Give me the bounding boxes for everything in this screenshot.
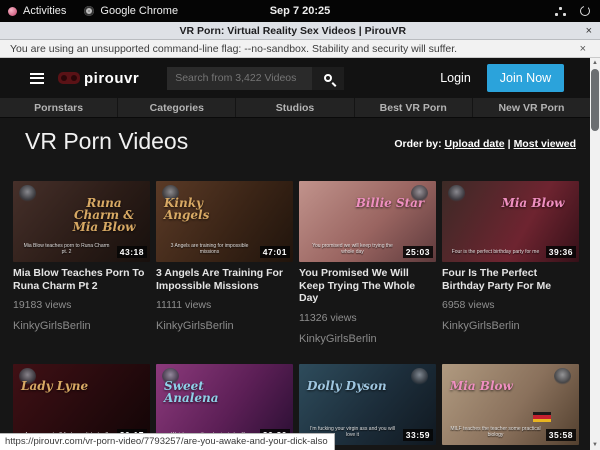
order-upload-date-link[interactable]: Upload date bbox=[445, 138, 505, 150]
view-count: 11111 views bbox=[156, 299, 293, 311]
view-count: 19183 views bbox=[13, 299, 150, 311]
video-card[interactable]: Kinky Angels 3 Angels are training for i… bbox=[156, 181, 293, 345]
power-icon bbox=[580, 6, 590, 16]
scrollbar-thumb[interactable] bbox=[591, 69, 599, 131]
video-thumbnail[interactable]: Mia Blow Four is the perfect birthday pa… bbox=[442, 181, 579, 262]
desktop-top-bar: Activities Google Chrome Sep 7 20:25 bbox=[0, 0, 600, 22]
channel-logo-icon bbox=[554, 368, 571, 385]
duration-badge: 33:59 bbox=[403, 429, 433, 441]
channel-logo-icon bbox=[448, 185, 465, 202]
channel-link[interactable]: KinkyGirlsBerlin bbox=[299, 333, 436, 345]
thumbnail-caption: MILF teaches the teacher some practical … bbox=[450, 426, 541, 438]
video-title[interactable]: You Promised We Will Keep Trying The Who… bbox=[299, 267, 436, 305]
video-card[interactable]: Billie Star You promised we will keep tr… bbox=[299, 181, 436, 345]
thumbnail-overlay-name: Dolly Dyson bbox=[307, 380, 387, 392]
duration-badge: 47:01 bbox=[260, 246, 290, 258]
video-card[interactable]: Runa Charm & Mia Blow Mia Blow teaches p… bbox=[13, 181, 150, 345]
scrollbar-down-icon[interactable]: ▼ bbox=[590, 440, 600, 450]
site-logo[interactable]: pirouvr bbox=[58, 70, 139, 87]
order-by: Order by: Upload date|Most viewed bbox=[394, 138, 576, 150]
video-card[interactable]: Mia Blow Four is the perfect birthday pa… bbox=[442, 181, 579, 345]
browser-viewport: pirouvr Login Join Now Pornstars Categor… bbox=[0, 58, 600, 450]
video-thumbnail[interactable]: Runa Charm & Mia Blow Mia Blow teaches p… bbox=[13, 181, 150, 262]
video-title[interactable]: Four Is The Perfect Birthday Party For M… bbox=[442, 267, 579, 292]
thumbnail-overlay-name: Runa Charm & Mia Blow bbox=[64, 197, 144, 233]
order-separator: | bbox=[508, 138, 511, 150]
duration-badge: 35:58 bbox=[546, 429, 576, 441]
video-grid: Runa Charm & Mia Blow Mia Blow teaches p… bbox=[13, 181, 583, 450]
search-bar bbox=[167, 67, 344, 90]
tab-title[interactable]: VR Porn: Virtual Reality Sex Videos | Pi… bbox=[0, 25, 586, 37]
nav-item-best-vr-porn[interactable]: Best VR Porn bbox=[354, 98, 472, 117]
duration-badge: 43:18 bbox=[117, 246, 147, 258]
german-flag-icon bbox=[533, 412, 551, 423]
clock[interactable]: Sep 7 20:25 bbox=[0, 5, 600, 17]
channel-logo-icon bbox=[19, 185, 36, 202]
infobar-message: You are using an unsupported command-lin… bbox=[10, 43, 580, 55]
nav-item-pornstars[interactable]: Pornstars bbox=[0, 98, 117, 117]
thumbnail-overlay-name: Lady Lyne bbox=[21, 380, 101, 392]
video-thumbnail[interactable]: Kinky Angels 3 Angels are training for i… bbox=[156, 181, 293, 262]
thumbnail-overlay-name: Sweet Analena bbox=[164, 380, 244, 404]
site-header: pirouvr Login Join Now bbox=[0, 58, 590, 98]
order-most-viewed-link[interactable]: Most viewed bbox=[514, 138, 576, 150]
video-title[interactable]: 3 Angels Are Training For Impossible Mis… bbox=[156, 267, 293, 292]
video-thumbnail[interactable]: Billie Star You promised we will keep tr… bbox=[299, 181, 436, 262]
search-input[interactable] bbox=[167, 67, 312, 90]
nav-item-categories[interactable]: Categories bbox=[117, 98, 235, 117]
nav-item-studios[interactable]: Studios bbox=[235, 98, 353, 117]
channel-link[interactable]: KinkyGirlsBerlin bbox=[156, 320, 293, 332]
nav-item-new-vr-porn[interactable]: New VR Porn bbox=[472, 98, 590, 117]
screen: Activities Google Chrome Sep 7 20:25 VR … bbox=[0, 0, 600, 450]
scrollbar-up-icon[interactable]: ▲ bbox=[590, 58, 600, 68]
video-title[interactable]: Mia Blow Teaches Porn To Runa Charm Pt 2 bbox=[13, 267, 150, 292]
channel-link[interactable]: KinkyGirlsBerlin bbox=[442, 320, 579, 332]
order-by-label: Order by: bbox=[394, 138, 441, 150]
thumbnail-caption: Mia Blow teaches porn to Runa Charm pt. … bbox=[21, 243, 112, 255]
page-heading: VR Porn Videos Order by: Upload date|Mos… bbox=[0, 118, 590, 178]
tab-close-icon[interactable]: × bbox=[586, 25, 592, 37]
thumbnail-caption: 3 Angels are training for impossible mis… bbox=[164, 243, 255, 255]
duration-badge: 25:03 bbox=[403, 246, 433, 258]
thumbnail-overlay-name: Kinky Angels bbox=[164, 197, 244, 221]
infobar-close-icon[interactable]: × bbox=[580, 43, 586, 55]
thumbnail-overlay-name: Mia Blow bbox=[450, 380, 530, 392]
thumbnail-overlay-name: Billie Star bbox=[350, 197, 430, 209]
scrollbar[interactable]: ▲ ▼ bbox=[590, 58, 600, 450]
join-now-button[interactable]: Join Now bbox=[487, 64, 564, 92]
site-logo-text: pirouvr bbox=[84, 70, 139, 87]
view-count: 6958 views bbox=[442, 299, 579, 311]
menu-hamburger-icon[interactable] bbox=[30, 70, 44, 86]
duration-badge: 39:36 bbox=[546, 246, 576, 258]
search-icon bbox=[324, 74, 332, 82]
view-count: 11326 views bbox=[299, 312, 436, 324]
thumbnail-overlay-name: Mia Blow bbox=[493, 197, 573, 209]
channel-link[interactable]: KinkyGirlsBerlin bbox=[13, 320, 150, 332]
network-icon bbox=[555, 7, 566, 16]
page-title: VR Porn Videos bbox=[25, 128, 188, 155]
login-link[interactable]: Login bbox=[440, 71, 471, 85]
video-card[interactable]: Mia Blow MILF teaches the teacher some p… bbox=[442, 364, 579, 450]
vr-goggles-icon bbox=[58, 72, 80, 84]
thumbnail-caption: Four is the perfect birthday party for m… bbox=[450, 249, 541, 255]
channel-logo-icon bbox=[411, 368, 428, 385]
main-nav: Pornstars Categories Studios Best VR Por… bbox=[0, 98, 590, 118]
browser-tab-strip: VR Porn: Virtual Reality Sex Videos | Pi… bbox=[0, 22, 600, 40]
video-thumbnail[interactable]: Mia Blow MILF teaches the teacher some p… bbox=[442, 364, 579, 445]
status-bar-url: https://pirouvr.com/vr-porn-video/779325… bbox=[0, 433, 335, 450]
chrome-infobar: You are using an unsupported command-lin… bbox=[0, 40, 600, 58]
search-button[interactable] bbox=[312, 67, 344, 90]
thumbnail-caption: You promised we will keep trying the who… bbox=[307, 243, 398, 255]
